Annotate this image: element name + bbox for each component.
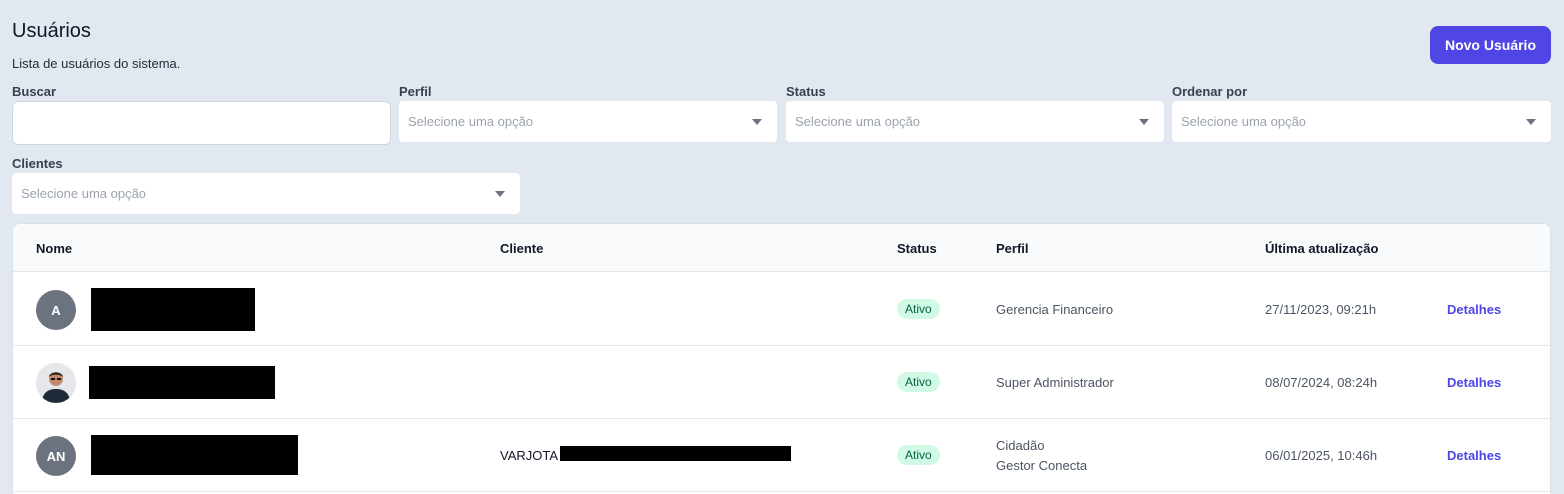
status-badge: Ativo (897, 299, 940, 319)
clients-label: Clientes (12, 156, 63, 171)
new-user-button[interactable]: Novo Usuário (1430, 26, 1551, 64)
avatar: A (36, 290, 76, 330)
status-badge: Ativo (897, 445, 940, 465)
profile-select-placeholder: Selecione uma opção (408, 114, 534, 129)
profile-select[interactable]: Selecione uma opção (399, 101, 777, 142)
avatar (36, 363, 76, 403)
column-client: Cliente (500, 241, 544, 256)
table-header: Nome Cliente Status Perfil Última atuali… (13, 224, 1550, 272)
redacted-name (91, 288, 255, 331)
redacted-name (89, 366, 275, 399)
page-title: Usuários (12, 20, 91, 42)
table-row: Ativo Super Administrador 08/07/2024, 08… (13, 346, 1550, 419)
page-subtitle: Lista de usuários do sistema. (12, 56, 181, 71)
profile-label: Perfil (399, 84, 432, 99)
profile-cell: Gerencia Financeiro (996, 302, 1114, 317)
status-select[interactable]: Selecione uma opção (786, 101, 1164, 142)
updated-cell: 08/07/2024, 08:24h (1265, 375, 1378, 390)
users-table: Nome Cliente Status Perfil Última atuali… (12, 223, 1551, 494)
table-row: A Ativo Gerencia Financeiro 27/11/2023, … (13, 273, 1550, 346)
updated-cell: 27/11/2023, 09:21h (1265, 302, 1377, 317)
chevron-down-icon (752, 118, 762, 125)
chevron-down-icon (1526, 118, 1536, 125)
search-input[interactable] (22, 102, 381, 144)
profile-cell-secondary: Gestor Conecta (996, 458, 1088, 473)
avatar: AN (36, 436, 76, 476)
column-status: Status (897, 241, 937, 256)
updated-cell: 06/01/2025, 10:46h (1265, 448, 1378, 463)
redacted-client (560, 446, 791, 461)
profile-cell: Super Administrador (996, 375, 1114, 390)
search-label: Buscar (12, 84, 57, 99)
chevron-down-icon (495, 190, 505, 197)
clients-select-placeholder: Selecione uma opção (21, 186, 147, 201)
order-label: Ordenar por (1172, 84, 1248, 99)
details-link[interactable]: Detalhes (1447, 302, 1501, 317)
order-select-placeholder: Selecione uma opção (1181, 114, 1307, 129)
user-photo-icon (36, 363, 76, 403)
client-cell: VARJOTA (500, 448, 559, 463)
column-updated: Última atualização (1265, 241, 1379, 256)
status-select-placeholder: Selecione uma opção (795, 114, 921, 129)
details-link[interactable]: Detalhes (1447, 448, 1501, 463)
details-link[interactable]: Detalhes (1447, 375, 1501, 390)
profile-cell: Cidadão (996, 438, 1045, 453)
chevron-down-icon (1139, 118, 1149, 125)
column-name: Nome (36, 241, 73, 256)
clients-select[interactable]: Selecione uma opção (12, 173, 520, 214)
redacted-name (91, 435, 298, 475)
column-profile: Perfil (996, 241, 1029, 256)
search-field (12, 101, 391, 145)
table-row: AN VARJOTA Ativo Cidadão Gestor Conecta … (13, 419, 1550, 492)
status-badge: Ativo (897, 372, 940, 392)
status-label: Status (786, 84, 826, 99)
order-select[interactable]: Selecione uma opção (1172, 101, 1551, 142)
